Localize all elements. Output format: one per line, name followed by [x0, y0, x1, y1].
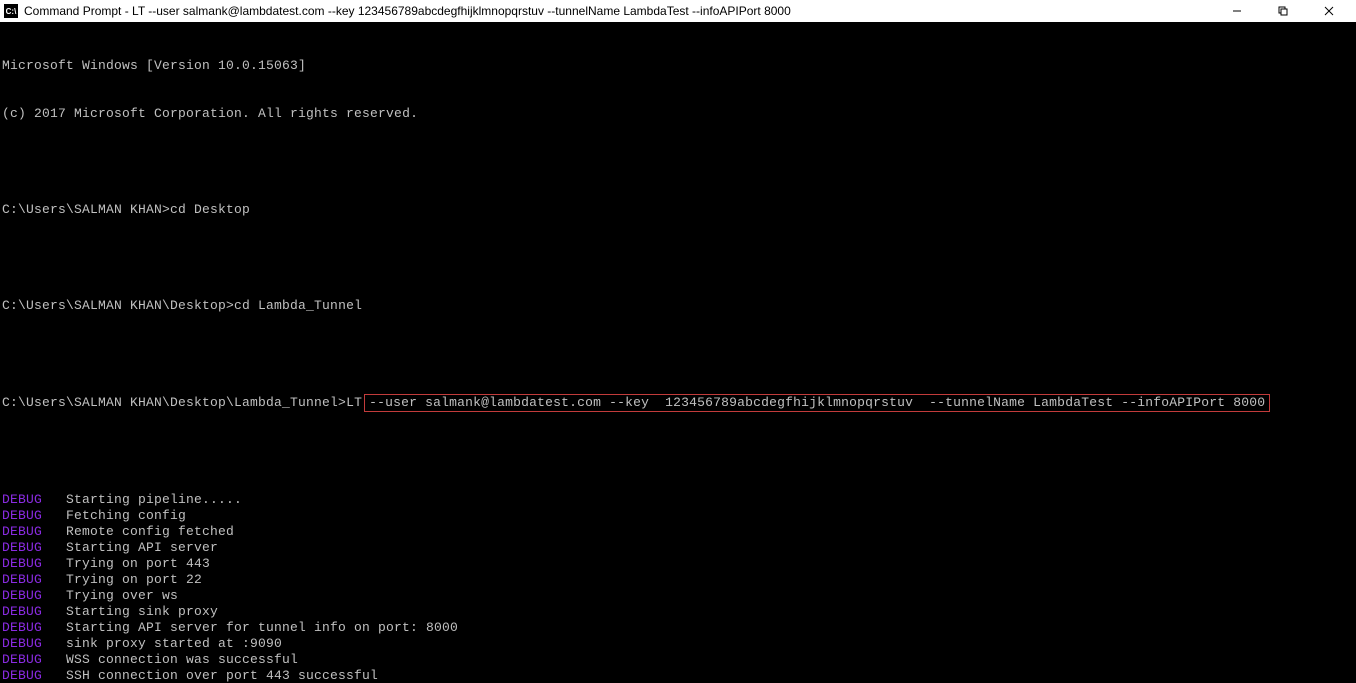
log-message: Trying over ws	[66, 588, 178, 603]
os-version-line: Microsoft Windows [Version 10.0.15063]	[2, 58, 1356, 74]
log-line: DEBUG Starting API server for tunnel info…	[2, 620, 1356, 636]
log-line: DEBUG Trying on port 22	[2, 572, 1356, 588]
prompt-command: cd Lambda_Tunnel	[234, 298, 362, 313]
prompt-prefix: C:\Users\SALMAN KHAN>	[2, 202, 170, 217]
blank-line	[2, 444, 1356, 460]
debug-tag: DEBUG	[2, 636, 50, 652]
debug-tag: DEBUG	[2, 588, 50, 604]
debug-tag: DEBUG	[2, 556, 50, 572]
cmd-icon: C:\	[4, 4, 18, 18]
prompt-line-1: C:\Users\SALMAN KHAN>cd Desktop	[2, 202, 1356, 218]
highlighted-command: --user salmank@lambdatest.com --key 1234…	[364, 394, 1270, 412]
log-message: Starting API server	[66, 540, 218, 555]
window-title: Command Prompt - LT --user salmank@lambd…	[24, 4, 1214, 18]
minimize-button[interactable]	[1214, 0, 1260, 22]
blank-line	[2, 250, 1356, 266]
debug-tag: DEBUG	[2, 524, 50, 540]
prompt-prefix: C:\Users\SALMAN KHAN\Desktop>	[2, 298, 234, 313]
log-message: WSS connection was successful	[66, 652, 298, 667]
log-line: DEBUG SSH connection over port 443 succes…	[2, 668, 1356, 683]
log-message: Trying on port 443	[66, 556, 210, 571]
close-button[interactable]	[1306, 0, 1352, 22]
log-message: Fetching config	[66, 508, 186, 523]
log-line: DEBUG WSS connection was successful	[2, 652, 1356, 668]
prompt-command-head: LT	[346, 395, 362, 410]
minimize-icon	[1232, 6, 1242, 16]
prompt-line-2: C:\Users\SALMAN KHAN\Desktop>cd Lambda_T…	[2, 298, 1356, 314]
log-line: DEBUG Fetching config	[2, 508, 1356, 524]
log-line: DEBUG Trying over ws	[2, 588, 1356, 604]
log-message: SSH connection over port 443 successful	[66, 668, 378, 683]
prompt-command: cd Desktop	[170, 202, 250, 217]
log-message: Starting API server for tunnel info on p…	[66, 620, 458, 635]
terminal-body[interactable]: Microsoft Windows [Version 10.0.15063] (…	[0, 22, 1356, 683]
blank-line	[2, 154, 1356, 170]
copyright-line: (c) 2017 Microsoft Corporation. All righ…	[2, 106, 1356, 122]
window-controls	[1214, 0, 1352, 22]
debug-tag: DEBUG	[2, 540, 50, 556]
log-message: sink proxy started at :9090	[66, 636, 282, 651]
log-line: DEBUG Remote config fetched	[2, 524, 1356, 540]
log-line: DEBUG sink proxy started at :9090	[2, 636, 1356, 652]
debug-tag: DEBUG	[2, 604, 50, 620]
debug-tag: DEBUG	[2, 652, 50, 668]
debug-tag: DEBUG	[2, 668, 50, 683]
log-line: DEBUG Starting sink proxy	[2, 604, 1356, 620]
debug-tag: DEBUG	[2, 492, 50, 508]
prompt-line-3: C:\Users\SALMAN KHAN\Desktop\Lambda_Tunn…	[2, 394, 1356, 412]
log-output: DEBUG Starting pipeline..... DEBUG Fetching…	[2, 492, 1356, 683]
debug-tag: DEBUG	[2, 572, 50, 588]
log-line: DEBUG Trying on port 443	[2, 556, 1356, 572]
maximize-icon	[1278, 6, 1288, 16]
log-message: Trying on port 22	[66, 572, 202, 587]
log-message: Remote config fetched	[66, 524, 234, 539]
blank-line	[2, 346, 1356, 362]
prompt-prefix: C:\Users\SALMAN KHAN\Desktop\Lambda_Tunn…	[2, 395, 346, 410]
maximize-button[interactable]	[1260, 0, 1306, 22]
debug-tag: DEBUG	[2, 508, 50, 524]
log-line: DEBUG Starting pipeline.....	[2, 492, 1356, 508]
log-message: Starting pipeline.....	[66, 492, 242, 507]
close-icon	[1324, 6, 1334, 16]
window-titlebar: C:\ Command Prompt - LT --user salmank@l…	[0, 0, 1356, 22]
log-message: Starting sink proxy	[66, 604, 218, 619]
log-line: DEBUG Starting API server	[2, 540, 1356, 556]
debug-tag: DEBUG	[2, 620, 50, 636]
